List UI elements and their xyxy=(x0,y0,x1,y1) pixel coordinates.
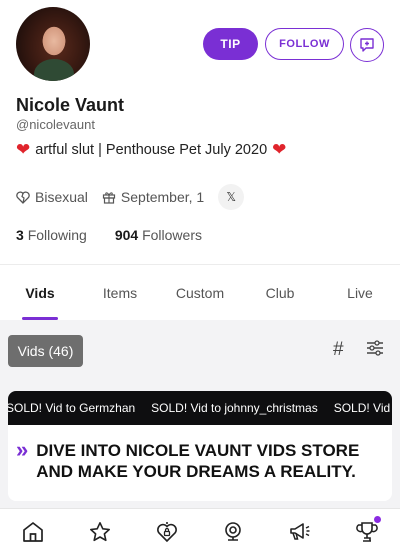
promo-card[interactable]: SOLD! Vid to Germzhan SOLD! Vid to johnn… xyxy=(8,391,392,501)
gift-icon xyxy=(102,192,116,204)
nav-favorites[interactable] xyxy=(80,512,120,552)
tab-custom[interactable]: Custom xyxy=(160,265,240,320)
tab-items[interactable]: Items xyxy=(80,265,160,320)
profile-header: TIP FOLLOW Nicole Vaunt @nicolevaunt ❤ a… xyxy=(0,0,400,264)
nav-home[interactable] xyxy=(13,512,53,552)
hashtag-icon[interactable]: # xyxy=(333,339,344,361)
ticker-item: SOLD! Vid to Germzhan xyxy=(8,401,136,415)
profile-bio: ❤ artful slut | Penthouse Pet July 2020 … xyxy=(16,141,286,158)
ticker-item: SOLD! Vid to johnny_christmas xyxy=(151,401,318,415)
heart-lock-icon xyxy=(156,521,177,542)
filter-icon[interactable] xyxy=(366,340,384,356)
x-social-link[interactable]: 𝕏 xyxy=(218,184,245,210)
home-icon xyxy=(23,521,44,542)
megaphone-icon xyxy=(290,522,310,540)
following-stat[interactable]: 3 Following xyxy=(16,227,87,243)
heart-icon: ❤ xyxy=(272,140,287,159)
birthday: September, 1 xyxy=(102,189,204,205)
orientation: Bisexual xyxy=(16,189,88,205)
profile-tabs: Vids Items Custom Club Live xyxy=(0,264,400,320)
tab-live[interactable]: Live xyxy=(320,265,400,320)
tip-button[interactable]: TIP xyxy=(203,28,258,60)
message-button[interactable] xyxy=(350,28,384,62)
nav-locked[interactable] xyxy=(147,512,187,552)
broken-heart-icon xyxy=(16,190,30,204)
chat-plus-icon xyxy=(360,38,374,52)
trophy-icon xyxy=(355,521,378,542)
nav-cam[interactable] xyxy=(213,512,253,552)
vids-count-badge[interactable]: Vids (46) xyxy=(8,335,83,367)
notification-dot xyxy=(373,515,381,523)
nav-leaderboard[interactable] xyxy=(347,512,387,552)
profile-handle: @nicolevaunt xyxy=(16,117,95,132)
promo-headline: DIVE INTO NICOLE VAUNT VIDS STORE AND MA… xyxy=(36,441,360,481)
heart-icon: ❤ xyxy=(16,140,31,159)
followers-stat[interactable]: 904 Followers xyxy=(115,227,202,243)
tab-vids[interactable]: Vids xyxy=(0,265,80,320)
tab-club[interactable]: Club xyxy=(240,265,320,320)
profile-stats: 3 Following 904 Followers xyxy=(16,227,202,243)
promo-headline-row: » DIVE INTO NICOLE VAUNT VIDS STORE AND … xyxy=(8,425,392,482)
bottom-nav xyxy=(0,508,400,554)
double-chevron-icon: » xyxy=(16,437,29,462)
bio-text: artful slut | Penthouse Pet July 2020 xyxy=(35,141,268,158)
ticker-item: SOLD! Vid to n xyxy=(333,401,392,415)
profile-meta: Bisexual September, 1 𝕏 xyxy=(16,184,245,210)
avatar[interactable] xyxy=(16,7,90,81)
vids-section: Vids (46) # SOLD! Vid to Germzhan SOLD! … xyxy=(0,320,400,508)
profile-name: Nicole Vaunt xyxy=(16,95,125,115)
sales-ticker: SOLD! Vid to Germzhan SOLD! Vid to johnn… xyxy=(8,391,392,425)
nav-announcements[interactable] xyxy=(280,512,320,552)
star-icon xyxy=(89,521,110,541)
webcam-icon xyxy=(225,521,242,541)
follow-button[interactable]: FOLLOW xyxy=(265,28,344,60)
